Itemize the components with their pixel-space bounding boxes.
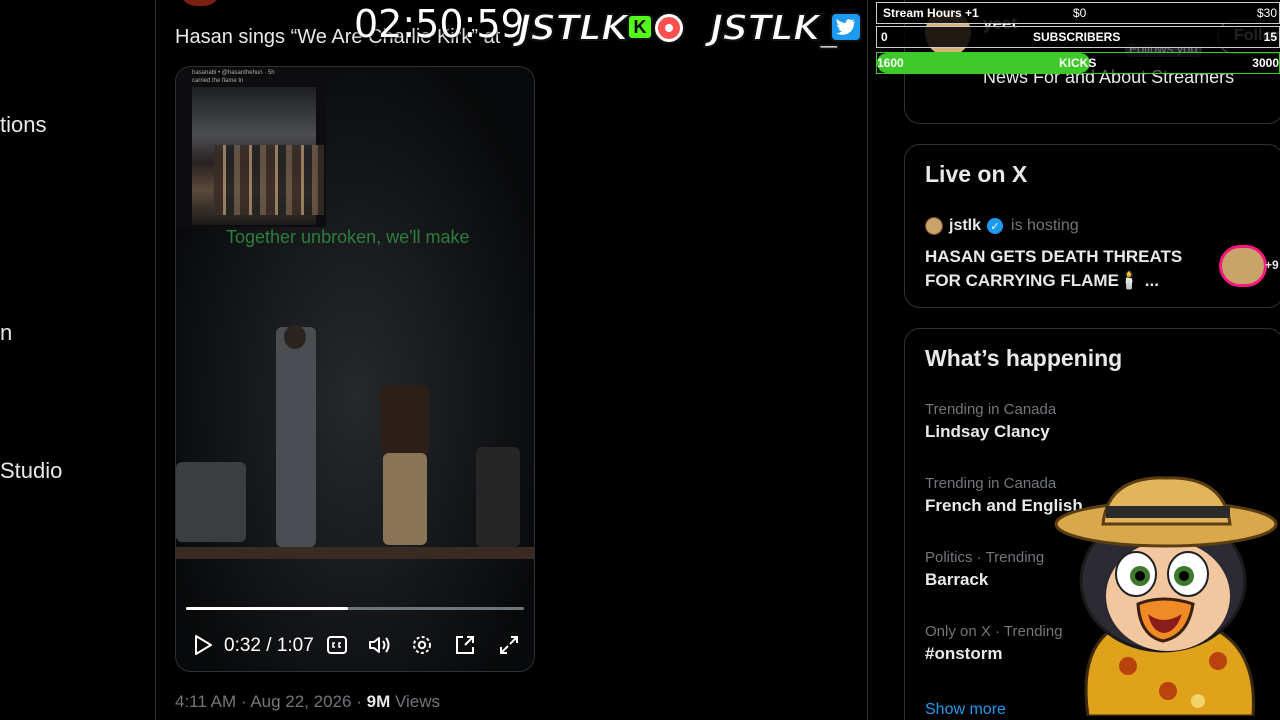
kick-logo-icon: K <box>627 14 653 40</box>
stage-couch <box>176 462 246 542</box>
host-avatar <box>925 217 943 235</box>
stream-timer: 02:50:59 <box>354 2 525 46</box>
penguin-mascot-icon <box>1054 476 1278 716</box>
goal-subscribers: 0 SUBSCRIBERS 15 <box>876 26 1280 48</box>
singer-head <box>284 325 306 349</box>
goal-start: 1600 <box>877 56 904 70</box>
space-title[interactable]: HASAN GETS DEATH THREATS FOR CARRYING FL… <box>925 245 1215 293</box>
show-more-link[interactable]: Show more <box>925 701 1006 719</box>
goal-end: 3000 <box>1252 56 1279 70</box>
live-listener-avatar <box>1219 245 1267 287</box>
goal-stream-hours: Stream Hours +1 $0 $30 <box>876 2 1280 24</box>
video-duration: 1:07 <box>276 635 314 656</box>
background-figure <box>476 447 520 547</box>
views-label: Views <box>394 692 441 711</box>
video-inset-post: hasanabi • @hasanthehun · 5h carried the… <box>176 67 326 227</box>
verified-badge-icon: ✓ <box>987 218 1004 234</box>
trend-context: Trending in Canada <box>925 401 1057 418</box>
left-nav: tions n Studio <box>0 0 156 720</box>
host-name: jstlk <box>949 217 982 234</box>
tweet-meta: 4:11 AM · Aug 22, 2026 · 9M Views <box>175 692 440 712</box>
goal-end: 15 <box>1263 30 1277 44</box>
video-controls: 0:32 / 1:07 <box>176 627 534 663</box>
live-on-x-title: Live on X <box>925 161 1028 187</box>
views-count: 9M <box>366 692 391 711</box>
video-time-separator: / <box>266 635 272 656</box>
inset-caption: carried the flame tn <box>192 78 244 84</box>
pip-icon[interactable] <box>454 633 476 657</box>
tweet-time[interactable]: 4:11 AM <box>175 692 236 711</box>
inset-handle: hasanabi • @hasanthehun · 5h <box>192 70 275 76</box>
inset-photo <box>192 87 324 225</box>
trend-context: Politics · Trending <box>925 549 1045 566</box>
trend-item[interactable]: Only on X · Trending #onstorm <box>925 623 1063 664</box>
live-on-x-card[interactable]: Live on X jstlk ✓ is hosting HASAN GETS … <box>904 144 1280 308</box>
trend-item[interactable]: Politics · Trending Barrack <box>925 549 1044 590</box>
goal-label: Stream Hours +1 <box>883 6 979 20</box>
meta-separator: · <box>356 692 362 711</box>
video-current-time: 0:32 <box>224 635 261 656</box>
volume-icon[interactable] <box>368 633 392 657</box>
record-icon <box>655 14 683 42</box>
nav-item-notifications[interactable]: tions <box>0 112 46 138</box>
goal-label: SUBSCRIBERS <box>1033 30 1121 44</box>
whats-happening-title: What’s happening <box>925 345 1123 371</box>
video-player[interactable]: hasanabi • @hasanthehun · 5h carried the… <box>175 66 535 672</box>
video-time: 0:32 / 1:07 <box>224 635 314 657</box>
main-column: Hasan sings “We Are Charlie Kirk” at has… <box>156 0 868 720</box>
settings-icon[interactable] <box>411 633 433 657</box>
fullscreen-icon[interactable] <box>498 633 520 657</box>
goal-start: 0 <box>881 30 888 44</box>
goal-end: $30 <box>1256 6 1277 20</box>
closed-captions-icon[interactable] <box>326 633 348 657</box>
nav-item-premium[interactable]: n <box>0 320 12 346</box>
play-icon[interactable] <box>192 633 214 657</box>
video-progress-fill <box>186 607 349 610</box>
nav-item-creator-studio[interactable]: Studio <box>0 458 62 484</box>
video-frame: hasanabi • @hasanthehun · 5h carried the… <box>176 67 534 671</box>
stream-goals: Stream Hours +1 $0 $30 0 SUBSCRIBERS 15 … <box>876 2 1280 74</box>
trend-name: #onstorm <box>925 644 1003 663</box>
brand-logo-right: JSTLK_ <box>709 7 839 50</box>
twitter-bird-icon <box>830 12 862 42</box>
tweet-date[interactable]: Aug 22, 2026 <box>250 692 351 711</box>
host-status: is hosting <box>1011 217 1079 234</box>
singer-figure <box>276 327 316 547</box>
inset-header: hasanabi • @hasanthehun · 5h carried the… <box>192 69 275 85</box>
live-listener-count: +9 <box>1265 258 1279 272</box>
goal-start: $0 <box>1073 6 1087 20</box>
video-lyrics-caption: Together unbroken, we'll make <box>226 227 470 247</box>
host-row[interactable]: jstlk ✓ is hosting <box>925 215 1079 237</box>
trend-item[interactable]: Trending in Canada Lindsay Clancy <box>925 401 1056 442</box>
author-avatar[interactable] <box>180 0 220 6</box>
brand-logo-left: JSTLK <box>517 7 630 50</box>
trend-name: Lindsay Clancy <box>925 422 1050 441</box>
goal-label: KICKS <box>1059 56 1097 70</box>
stage-floor <box>176 547 534 559</box>
trend-context: Only on X · Trending <box>925 623 1063 640</box>
inset-photo-people <box>214 145 324 215</box>
dancer-figure-top <box>381 385 429 455</box>
meta-separator: · <box>240 692 247 711</box>
dancer-figure-legs <box>383 453 427 545</box>
goal-kicks: 1600 KICKS 3000 <box>876 52 1280 74</box>
trend-name: Barrack <box>925 570 989 589</box>
video-progress-bar[interactable] <box>186 607 524 610</box>
